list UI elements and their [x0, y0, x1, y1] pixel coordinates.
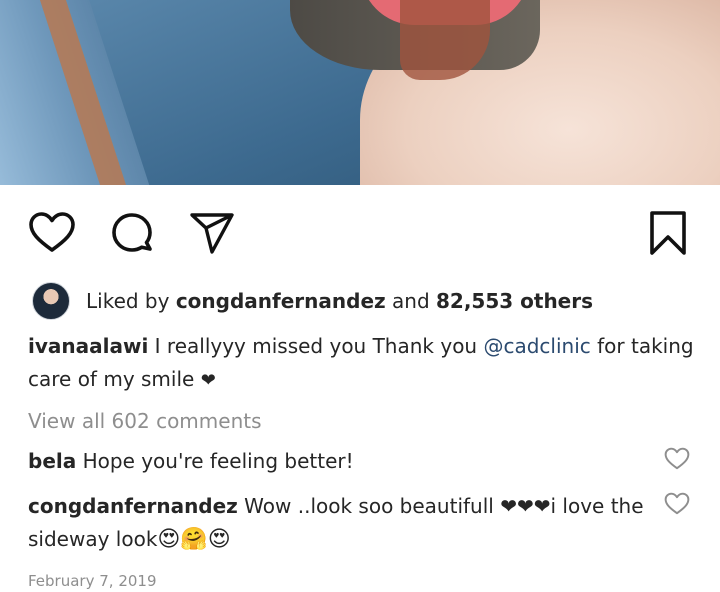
comment-heart-icon[interactable] [664, 491, 690, 517]
liker-username[interactable]: congdanfernandez [176, 289, 386, 313]
paper-plane-icon[interactable] [188, 209, 236, 257]
comment-username[interactable]: congdanfernandez [28, 494, 238, 518]
liker-avatar[interactable] [32, 282, 70, 320]
likes-prefix: Liked by [86, 289, 176, 313]
comment-bubble-icon[interactable] [108, 209, 156, 257]
bookmark-icon[interactable] [644, 209, 692, 257]
heart-outline-icon[interactable] [28, 209, 76, 257]
caption-username[interactable]: ivanaalawi [28, 334, 148, 358]
post-caption: ivanaalawi I reallyyy missed you Thank y… [28, 330, 698, 397]
post-photo[interactable] [0, 0, 720, 185]
comment-item: bela Hope you're feeling better! [28, 445, 648, 478]
likes-count[interactable]: 82,553 others [436, 289, 593, 313]
comment-heart-emojis: ❤❤❤ [500, 494, 551, 518]
comment-text: Hope you're feeling better! [76, 449, 354, 473]
caption-mention[interactable]: @cadclinic [483, 334, 590, 358]
comment-item: congdanfernandez Wow ..look soo beautifu… [28, 490, 648, 556]
view-all-comments-link[interactable]: View all 602 comments [28, 409, 262, 433]
comment-text: Wow ..look soo beautifull [237, 494, 501, 518]
likes-middle: and [385, 289, 436, 313]
comment-username[interactable]: bela [28, 449, 76, 473]
likes-summary[interactable]: Liked by congdanfernandez and 82,553 oth… [32, 282, 593, 320]
comment-emojis: 😍🤗😍 [157, 527, 231, 552]
comment-heart-icon[interactable] [664, 446, 690, 472]
caption-text-1: I reallyyy missed you Thank you [148, 334, 484, 358]
caption-heart-emoji: ❤ [200, 370, 216, 391]
post-date: February 7, 2019 [28, 572, 157, 590]
action-bar [0, 185, 720, 275]
